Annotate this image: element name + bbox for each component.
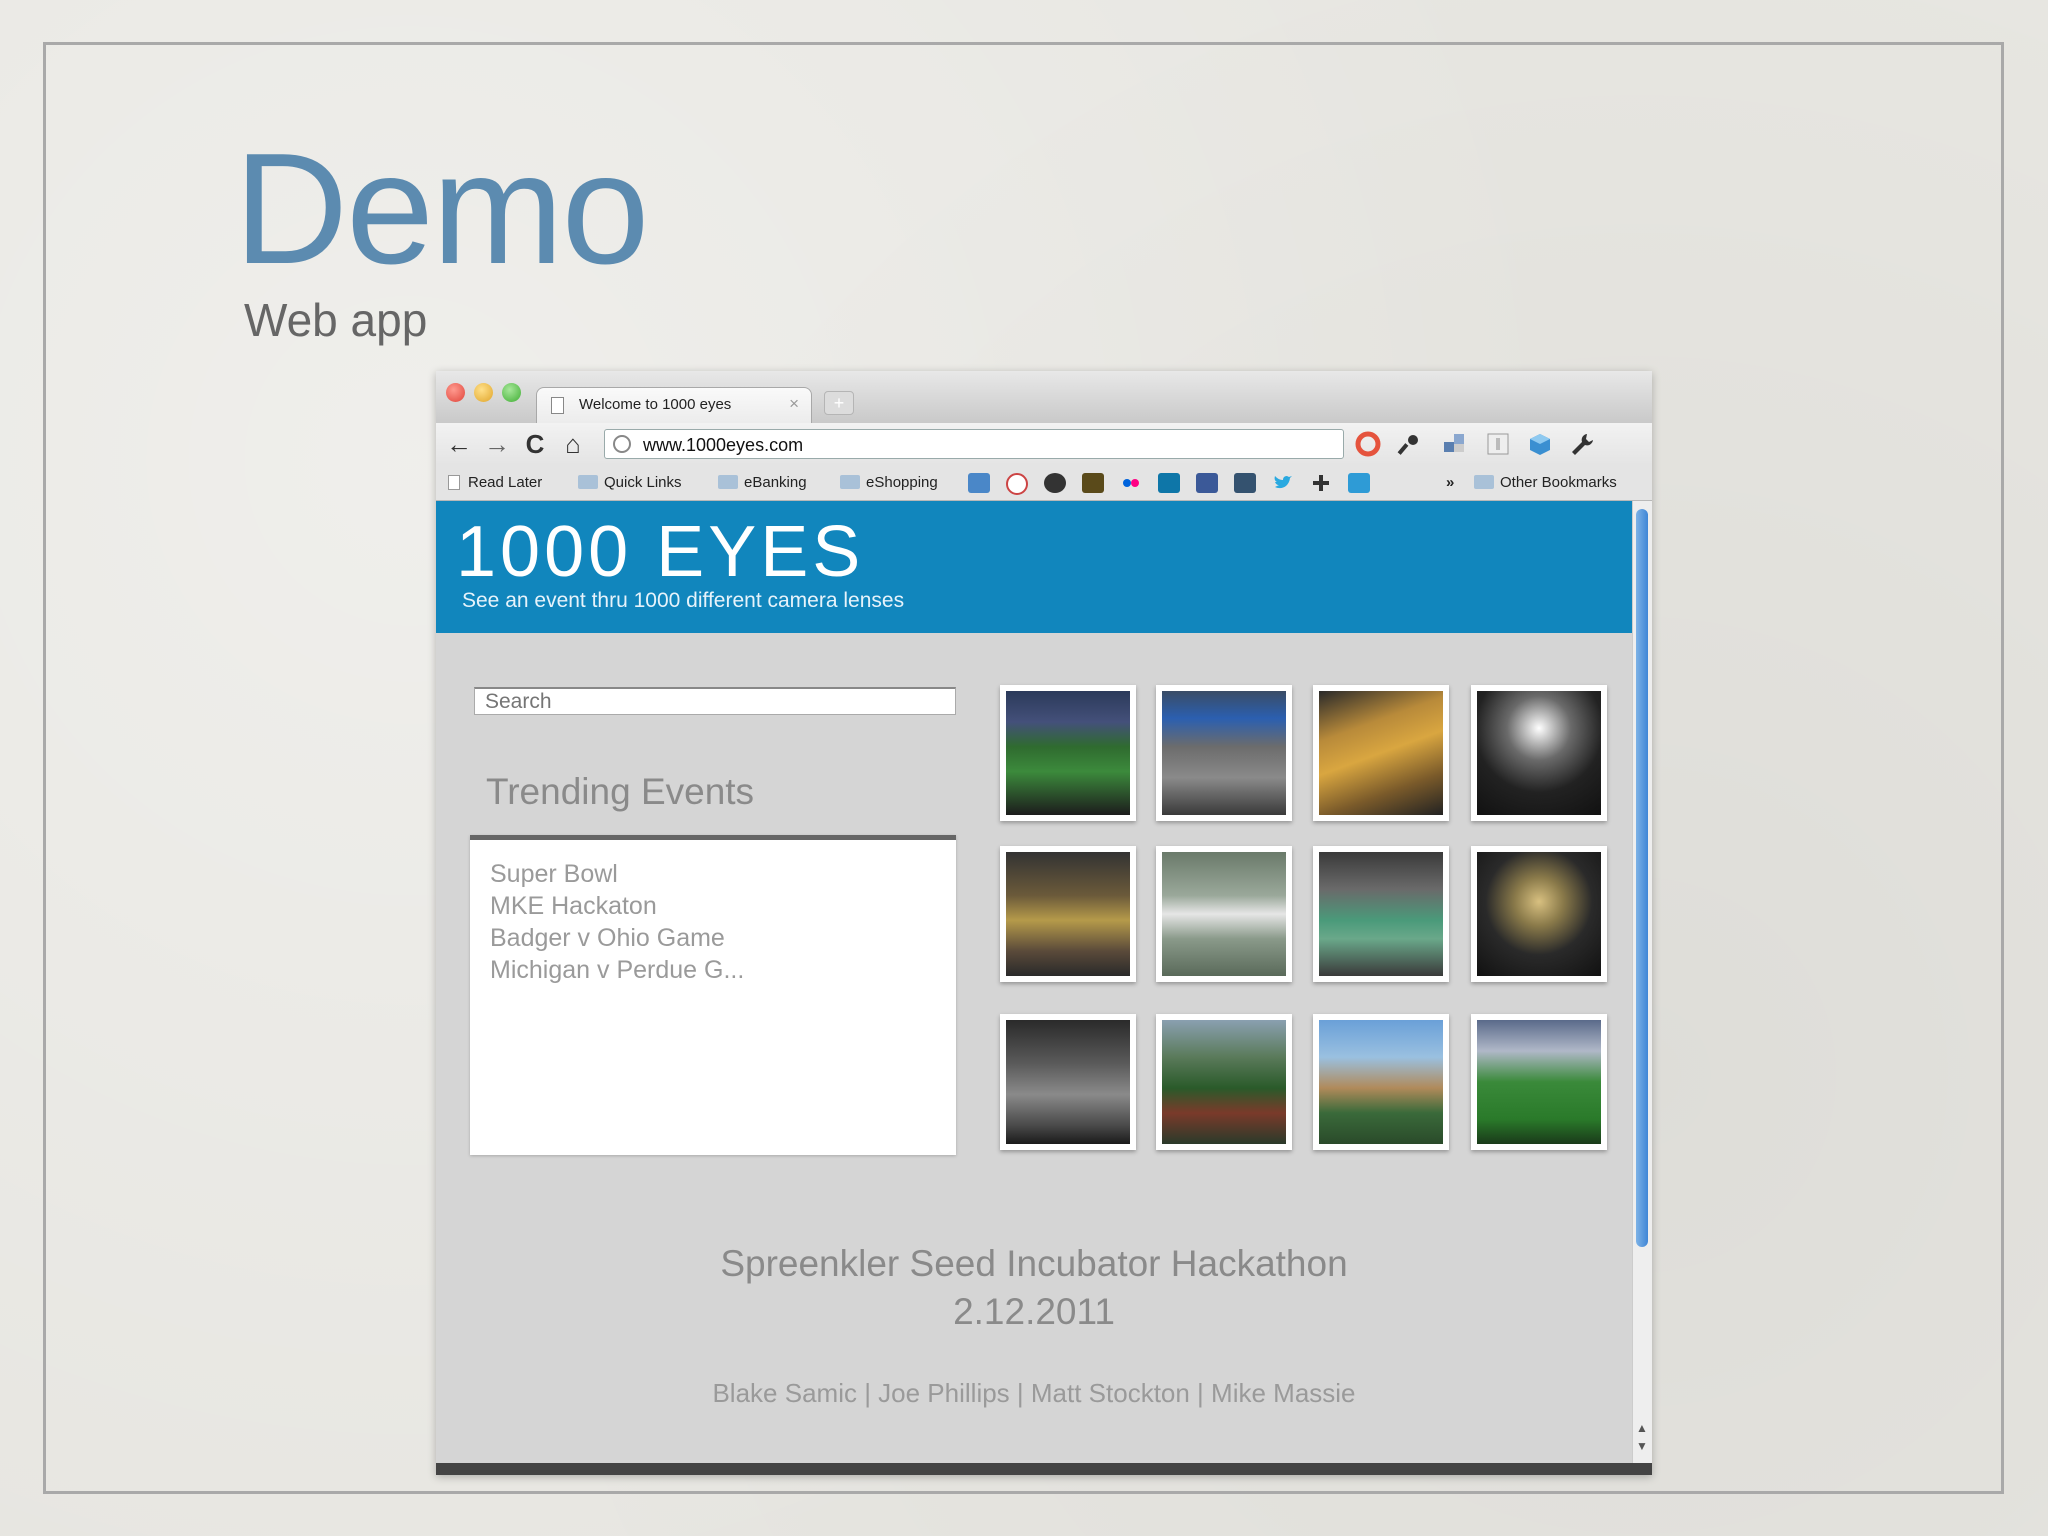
fans-photo xyxy=(1319,691,1443,815)
facebook-bookmark-icon[interactable] xyxy=(1196,473,1218,493)
plus-bookmark-icon[interactable] xyxy=(1310,473,1332,493)
grid-extension-icon[interactable] xyxy=(1440,431,1468,459)
browser-window: Welcome to 1000 eyes × + ← → C ⌂ www.100… xyxy=(436,371,1652,1475)
close-tab-icon[interactable]: × xyxy=(789,394,799,414)
browser-titlebar: Welcome to 1000 eyes × + xyxy=(436,371,1652,423)
tab-title: Welcome to 1000 eyes xyxy=(579,396,732,413)
page-icon xyxy=(551,397,564,414)
bookmark-read-later[interactable]: Read Later xyxy=(448,474,542,491)
opera-extension-icon[interactable] xyxy=(1354,431,1382,459)
trending-events-list: Super Bowl MKE Hackaton Badger v Ohio Ga… xyxy=(470,835,956,1155)
photo-thumbnail[interactable] xyxy=(1313,1014,1449,1150)
page-icon xyxy=(448,475,460,490)
folder-icon xyxy=(1474,475,1494,489)
photo-thumbnail[interactable] xyxy=(1156,846,1292,982)
minimize-window-button[interactable] xyxy=(474,383,493,402)
trending-item-michigan-v-perdue[interactable]: Michigan v Perdue G... xyxy=(490,954,936,986)
stadium-photo xyxy=(1477,1020,1601,1144)
zoom-window-button[interactable] xyxy=(502,383,521,402)
photo-thumbnail[interactable] xyxy=(1471,685,1607,821)
site-tagline: See an event thru 1000 different camera … xyxy=(462,589,905,612)
rss-bookmark-icon[interactable] xyxy=(1082,473,1104,493)
tailgate-photo xyxy=(1319,1020,1443,1144)
browser-tab[interactable]: Welcome to 1000 eyes × xyxy=(536,387,812,423)
app-bookmark-icon[interactable] xyxy=(1348,473,1370,493)
site-header: 1000 EYES See an event thru 1000 differe… xyxy=(436,501,1632,633)
folder-icon xyxy=(578,475,598,489)
event-date: 2.12.2011 xyxy=(953,1291,1115,1332)
flickr-bookmark-icon[interactable] xyxy=(1120,473,1142,493)
team-credits: Blake Samic | Joe Phillips | Matt Stockt… xyxy=(712,1378,1356,1408)
vertical-scrollbar[interactable]: ▲ ▼ xyxy=(1632,501,1652,1463)
linkedin-bookmark-icon[interactable] xyxy=(1158,473,1180,493)
stadium-photo xyxy=(1319,852,1443,976)
slide-subtitle: Web app xyxy=(244,294,428,346)
twitter-bookmark-icon[interactable] xyxy=(1272,473,1294,493)
field-logo-photo xyxy=(1162,852,1286,976)
close-window-button[interactable] xyxy=(446,383,465,402)
cube-extension-icon[interactable] xyxy=(1526,431,1554,459)
bookmarks-overflow[interactable]: » xyxy=(1446,474,1454,491)
photo-thumbnail[interactable] xyxy=(1000,1014,1136,1150)
back-button[interactable]: ← xyxy=(442,427,476,461)
key-extension-icon[interactable] xyxy=(1396,431,1424,459)
globe-icon xyxy=(613,435,631,453)
v-bookmark-icon[interactable] xyxy=(1044,473,1066,493)
bookmark-eshopping[interactable]: eShopping xyxy=(840,474,938,491)
bookmarks-bar: Read Later Quick Links eBanking eShoppin… xyxy=(436,465,1652,501)
folder-icon xyxy=(840,475,860,489)
browser-toolbar: ← → C ⌂ www.1000eyes.com xyxy=(436,423,1652,465)
trending-item-super-bowl[interactable]: Super Bowl xyxy=(490,858,936,890)
scroll-thumb[interactable] xyxy=(1636,509,1648,1247)
photo-thumbnail[interactable] xyxy=(1313,685,1449,821)
stadium-photo xyxy=(1162,691,1286,815)
new-tab-button[interactable]: + xyxy=(824,391,854,415)
photo-thumbnail[interactable] xyxy=(1156,685,1292,821)
window-bottom-edge xyxy=(436,1463,1652,1475)
event-title: Spreenkler Seed Incubator Hackathon xyxy=(720,1243,1348,1284)
clock-bookmark-icon[interactable] xyxy=(1006,473,1028,495)
trending-item-badger-v-ohio[interactable]: Badger v Ohio Game xyxy=(490,922,936,954)
crowd-photo xyxy=(1006,852,1130,976)
bookmark-ebanking[interactable]: eBanking xyxy=(718,474,807,491)
bookmark-quick-links[interactable]: Quick Links xyxy=(578,474,682,491)
player-photo xyxy=(1477,691,1601,815)
search-input[interactable] xyxy=(474,687,956,715)
photo-thumbnail[interactable] xyxy=(1313,846,1449,982)
tailgate-photo xyxy=(1162,1020,1286,1144)
folder-icon xyxy=(718,475,738,489)
reload-button[interactable]: C xyxy=(518,427,552,461)
url-text: www.1000eyes.com xyxy=(643,435,804,455)
photo-thumbnail[interactable] xyxy=(1000,685,1136,821)
trending-events-heading: Trending Events xyxy=(486,771,755,812)
photo-thumbnail[interactable] xyxy=(1156,1014,1292,1150)
scroll-down-arrow-icon[interactable]: ▼ xyxy=(1635,1439,1649,1453)
text-extension-icon[interactable] xyxy=(1484,431,1512,459)
forward-button[interactable]: → xyxy=(480,427,514,461)
site-logo[interactable]: 1000 EYES xyxy=(456,509,864,595)
bookmark-other[interactable]: Other Bookmarks xyxy=(1474,474,1617,491)
stadium-photo xyxy=(1006,691,1130,815)
page-viewport: 1000 EYES See an event thru 1000 differe… xyxy=(436,501,1632,1463)
chart-bookmark-icon[interactable] xyxy=(968,473,990,493)
slide-title: Demo xyxy=(234,121,649,297)
address-bar[interactable]: www.1000eyes.com xyxy=(604,429,1344,459)
trending-item-mke-hackaton[interactable]: MKE Hackaton xyxy=(490,890,936,922)
photo-thumbnail[interactable] xyxy=(1471,1014,1607,1150)
photo-thumbnail[interactable] xyxy=(1471,846,1607,982)
photo-thumbnail[interactable] xyxy=(1000,846,1136,982)
wrench-icon[interactable] xyxy=(1568,431,1596,459)
home-button[interactable]: ⌂ xyxy=(556,427,590,461)
stadium-photo xyxy=(1006,1020,1130,1144)
scroll-up-arrow-icon[interactable]: ▲ xyxy=(1635,1421,1649,1435)
tumblr-bookmark-icon[interactable] xyxy=(1234,473,1256,493)
star-photo xyxy=(1477,852,1601,976)
